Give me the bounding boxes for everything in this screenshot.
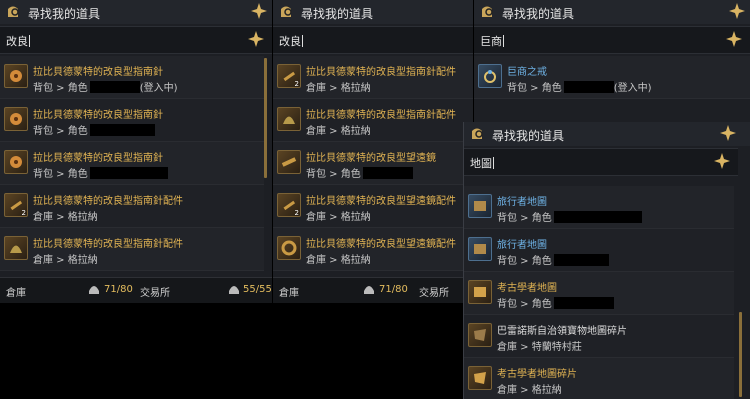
footer-bar: 倉庫 71/80 交易所 55/55 <box>0 277 272 303</box>
close-star-icon[interactable] <box>729 3 745 19</box>
result-list: 旅行者地圖 背包 > 角色 旅行者地圖 背包 > 角色 考古學者地圖 背包 > … <box>464 186 734 399</box>
tools-icon: 2 <box>4 193 28 217</box>
footer-bar: 倉庫 71/80 交易所 <box>273 277 473 303</box>
search-bar[interactable]: 巨商 <box>474 26 750 54</box>
gear-icon <box>277 236 301 260</box>
search-star-icon[interactable] <box>248 31 264 47</box>
scrollbar[interactable] <box>739 312 742 397</box>
list-item[interactable]: 2 拉比貝德蒙特的改良型指南針配件 倉庫 > 格拉納 <box>0 185 264 228</box>
find-item-panel-1: 尋找我的道具 改良 拉比貝德蒙特的改良型指南針 背包 > 角色 (登入中) 拉比貝… <box>0 0 272 303</box>
compass-icon <box>4 64 28 88</box>
find-item-panel-4: 尋找我的道具 地圖 旅行者地圖 背包 > 角色 旅行者地圖 背包 > 角色 考古… <box>463 122 750 399</box>
list-item[interactable]: 拉比貝德蒙特的改良型望遠鏡 背包 > 角色 <box>273 142 473 185</box>
search-input[interactable]: 改良 <box>6 33 30 49</box>
search-input[interactable]: 地圖 <box>470 155 494 171</box>
close-star-icon[interactable] <box>251 3 267 19</box>
compass-icon <box>4 150 28 174</box>
tools-icon: 2 <box>277 193 301 217</box>
search-bar[interactable]: 地圖 <box>464 148 738 176</box>
list-item[interactable]: 旅行者地圖 背包 > 角色 <box>464 186 734 229</box>
list-item[interactable]: 拉比貝德蒙特的改良型指南針 背包 > 角色 (登入中) <box>0 56 264 99</box>
find-item-panel-3: 尋找我的道具 巨商 巨商之戒 背包 > 角色 (登入中) <box>474 0 750 122</box>
close-star-icon[interactable] <box>720 125 736 141</box>
map-icon <box>468 237 492 261</box>
result-list: 巨商之戒 背包 > 角色 (登入中) <box>474 56 750 99</box>
telescope-icon <box>277 150 301 174</box>
ring-icon <box>478 64 502 88</box>
find-item-panel-2: 尋找我的道具 改良 2 拉比貝德蒙特的改良型指南針配件 倉庫 > 格拉納 拉比貝… <box>273 0 473 303</box>
search-bar[interactable]: 改良 <box>0 26 272 54</box>
shell-icon <box>277 107 301 131</box>
search-star-icon[interactable] <box>714 153 730 169</box>
list-item[interactable]: 拉比貝德蒙特的改良型指南針 背包 > 角色 <box>0 142 264 185</box>
panel-header: 尋找我的道具 <box>464 122 750 146</box>
list-item[interactable]: 旅行者地圖 背包 > 角色 <box>464 229 734 272</box>
search-input[interactable]: 改良 <box>279 33 303 49</box>
tools-icon: 2 <box>277 64 301 88</box>
list-item[interactable]: 考古學者地圖 背包 > 角色 <box>464 272 734 315</box>
helmet-icon <box>89 286 99 294</box>
empty-area <box>0 303 463 399</box>
scrollbar[interactable] <box>264 58 267 178</box>
magnifier-bag-icon <box>281 6 292 17</box>
map-fragment-icon <box>468 366 492 390</box>
helmet-icon <box>229 286 239 294</box>
magnifier-bag-icon <box>472 128 483 139</box>
search-star-icon[interactable] <box>726 31 742 47</box>
list-item[interactable]: 2 拉比貝德蒙特的改良型望遠鏡配件 倉庫 > 格拉納 <box>273 185 473 228</box>
shell-icon <box>4 236 28 260</box>
list-item[interactable]: 拉比貝德蒙特的改良型望遠鏡配件 倉庫 > 格拉納 <box>273 228 473 271</box>
search-input[interactable]: 巨商 <box>480 33 504 49</box>
list-item[interactable]: 考古學者地圖碎片 倉庫 > 格拉納 <box>464 358 734 399</box>
list-item[interactable]: 巨商之戒 背包 > 角色 (登入中) <box>474 56 750 99</box>
map-fragment-icon <box>468 323 492 347</box>
panel-title: 尋找我的道具 <box>28 7 101 21</box>
panel-header: 尋找我的道具 <box>474 0 750 24</box>
panel-title: 尋找我的道具 <box>502 7 575 21</box>
panel-header: 尋找我的道具 <box>0 0 272 24</box>
list-item[interactable]: 拉比貝德蒙特的改良型指南針配件 倉庫 > 格拉納 <box>273 99 473 142</box>
search-bar[interactable]: 改良 <box>273 26 473 54</box>
list-item[interactable]: 2 拉比貝德蒙特的改良型指南針配件 倉庫 > 格拉納 <box>273 56 473 99</box>
map-icon <box>468 280 492 304</box>
helmet-icon <box>364 286 374 294</box>
panel-header: 尋找我的道具 <box>273 0 473 24</box>
magnifier-bag-icon <box>482 6 493 17</box>
panel-title: 尋找我的道具 <box>301 7 374 21</box>
list-item[interactable]: 拉比貝德蒙特的改良型指南針 背包 > 角色 <box>0 99 264 142</box>
list-item[interactable]: 拉比貝德蒙特的改良型指南針配件 倉庫 > 格拉納 <box>0 228 264 271</box>
panel-title: 尋找我的道具 <box>492 129 565 143</box>
result-list: 拉比貝德蒙特的改良型指南針 背包 > 角色 (登入中) 拉比貝德蒙特的改良型指南針… <box>0 56 264 271</box>
result-list: 2 拉比貝德蒙特的改良型指南針配件 倉庫 > 格拉納 拉比貝德蒙特的改良型指南針… <box>273 56 473 271</box>
list-item[interactable]: 巴雷諾斯自治領寶物地圖碎片 倉庫 > 特蘭特村莊 <box>464 315 734 358</box>
magnifier-bag-icon <box>8 6 19 17</box>
map-icon <box>468 194 492 218</box>
compass-icon <box>4 107 28 131</box>
